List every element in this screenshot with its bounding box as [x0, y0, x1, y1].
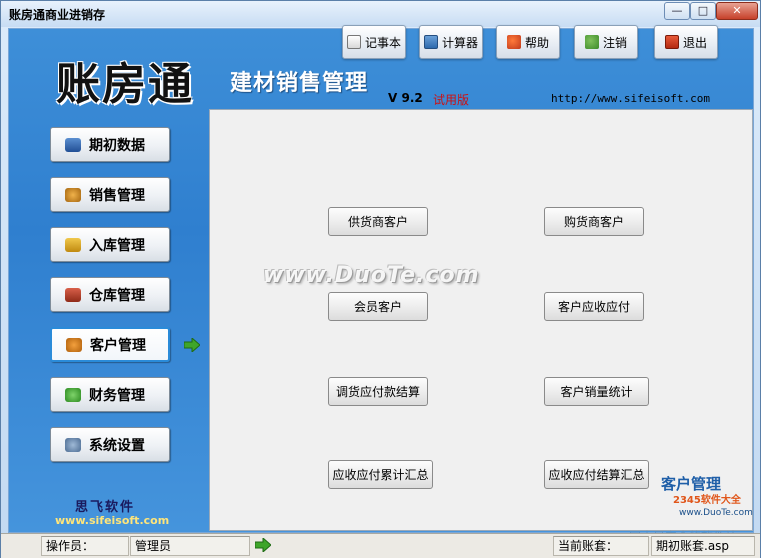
supplier-customer-button[interactable]: 供货商客户	[328, 207, 428, 236]
sidebar-item-label: 销售管理	[89, 187, 145, 204]
logout-button[interactable]: 注销	[574, 25, 638, 59]
power-icon	[664, 35, 679, 49]
sidebar-item-label: 财务管理	[89, 387, 145, 404]
maximize-button[interactable]: □	[690, 2, 716, 20]
calculator-icon	[423, 35, 438, 49]
watermark: www.DuoTe.com	[263, 263, 480, 288]
company-url[interactable]: www.sifeisoft.com	[55, 514, 169, 527]
sales-statistics-button[interactable]: 客户销量统计	[544, 377, 649, 406]
help-label: 帮助	[524, 35, 549, 50]
sidebar-item-warehouse[interactable]: 仓库管理	[50, 277, 170, 312]
help-icon	[506, 35, 521, 49]
app-window: 账房通商业进销存 — □ ✕ 账房通 建材销售管理 记事本 计算器 帮助 注销 …	[0, 0, 761, 558]
cumulative-summary-button[interactable]: 应收应付累计汇总	[328, 460, 433, 489]
receivable-payable-button[interactable]: 客户应收应付	[544, 292, 644, 321]
gear-icon	[65, 437, 81, 452]
edition-label: 试用版	[433, 93, 470, 107]
sidebar-item-label: 期初数据	[89, 137, 145, 154]
operator-label: 操作员：	[41, 536, 129, 556]
app-logo: 账房通	[56, 59, 194, 110]
sidebar-item-inbound[interactable]: 入库管理	[50, 227, 170, 262]
sidebar-item-finance[interactable]: 财务管理	[50, 377, 170, 412]
website-url[interactable]: http://www.sifeisoft.com	[551, 92, 710, 105]
calculator-label: 计算器	[441, 35, 478, 50]
account-label: 当前账套：	[553, 536, 649, 556]
help-button[interactable]: 帮助	[496, 25, 560, 59]
app-subtitle: 建材销售管理	[230, 71, 369, 96]
notepad-label: 记事本	[364, 35, 401, 50]
title-bar[interactable]: 账房通商业进销存 — □ ✕	[1, 1, 760, 27]
exit-button[interactable]: 退出	[654, 25, 718, 59]
status-arrow-icon	[255, 538, 271, 552]
sidebar-item-initial-data[interactable]: 期初数据	[50, 127, 170, 162]
transfer-settlement-button[interactable]: 调货应付款结算	[328, 377, 428, 406]
sidebar-item-sales[interactable]: 销售管理	[50, 177, 170, 212]
sidebar-item-settings[interactable]: 系统设置	[50, 427, 170, 462]
site-logo-url: www.DuoTe.com	[679, 508, 753, 518]
purchaser-customer-button[interactable]: 购货商客户	[544, 207, 644, 236]
company-name: 思飞软件	[75, 500, 136, 515]
sidebar-item-label: 仓库管理	[89, 287, 145, 304]
sidebar-item-customers[interactable]: 客户管理	[50, 327, 170, 362]
sidebar-item-label: 客户管理	[90, 337, 146, 354]
sidebar-item-label: 系统设置	[89, 437, 145, 454]
window-title: 账房通商业进销存	[9, 8, 106, 22]
status-bar: 操作员： 管理员 当前账套： 期初账套.asp	[1, 533, 760, 558]
operator-value: 管理员	[130, 536, 250, 556]
member-customer-button[interactable]: 会员客户	[328, 292, 428, 321]
close-button[interactable]: ✕	[716, 2, 758, 20]
notepad-button[interactable]: 记事本	[342, 25, 406, 59]
customer-management-panel	[209, 109, 753, 531]
active-arrow-icon	[184, 338, 200, 352]
calculator-button[interactable]: 计算器	[419, 25, 483, 59]
warehouse-icon	[65, 287, 81, 302]
logout-label: 注销	[602, 35, 627, 50]
settlement-summary-button[interactable]: 应收应付结算汇总	[544, 460, 649, 489]
version-label: V 9.2	[388, 91, 423, 105]
minimize-button[interactable]: —	[664, 2, 690, 20]
account-value: 期初账套.asp	[651, 536, 755, 556]
box-icon	[65, 237, 81, 252]
sales-icon	[65, 187, 81, 202]
customers-icon	[66, 337, 82, 352]
site-logo-text: 2345软件大全	[673, 495, 741, 506]
sidebar-item-label: 入库管理	[89, 237, 145, 254]
user-icon	[584, 35, 599, 49]
exit-label: 退出	[682, 35, 707, 50]
book-icon	[65, 137, 81, 152]
notepad-icon	[346, 35, 361, 49]
money-icon	[65, 387, 81, 402]
